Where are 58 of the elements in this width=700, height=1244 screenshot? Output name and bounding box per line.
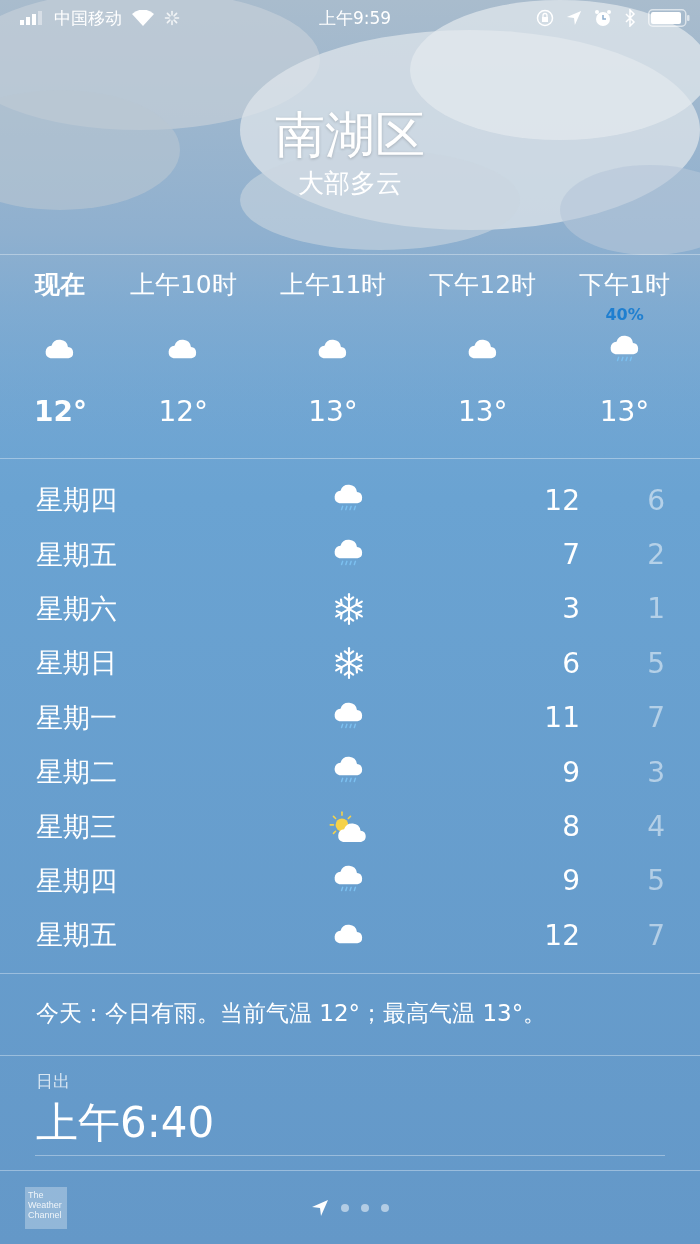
- battery-icon: [648, 9, 690, 27]
- hour-temperature: 12°: [158, 394, 209, 430]
- snowflake-icon: [332, 646, 366, 681]
- wifi-icon: [132, 10, 154, 26]
- bluetooth-icon: [624, 9, 636, 27]
- low-temperature: 5: [646, 646, 665, 680]
- location-icon: [566, 10, 582, 26]
- hour-label: 现在: [35, 269, 86, 301]
- day-name: 星期四: [36, 483, 118, 518]
- location-arrow-icon[interactable]: [311, 1198, 329, 1217]
- hour-label: 上午11时: [279, 269, 387, 301]
- forecast-summary: 今天：今日有雨。当前气温 12°；最高气温 13°。: [35, 998, 548, 1028]
- activity-spinner-icon: [164, 10, 180, 26]
- day-name: 星期二: [36, 755, 118, 790]
- hour-label: 下午12时: [429, 269, 537, 301]
- day-name: 星期一: [36, 700, 118, 735]
- high-temperature: 6: [561, 646, 580, 680]
- low-temperature: 1: [646, 592, 665, 626]
- rotation-lock-icon: [536, 9, 554, 27]
- page-dot[interactable]: [341, 1203, 349, 1212]
- high-temperature: 8: [561, 810, 580, 844]
- high-temperature: 12: [543, 483, 580, 517]
- hour-temperature: 13°: [457, 394, 508, 430]
- high-temperature: 3: [561, 592, 580, 626]
- hour-label: 上午10时: [129, 269, 237, 301]
- low-temperature: 7: [646, 701, 665, 735]
- clock-time: 上午9:59: [318, 6, 392, 30]
- page-dot[interactable]: [381, 1203, 389, 1212]
- low-temperature: 6: [646, 483, 665, 517]
- day-name: 星期三: [36, 809, 118, 844]
- high-temperature: 12: [543, 918, 580, 952]
- high-temperature: 7: [561, 538, 580, 572]
- detail-value: 上午6:40: [36, 1096, 216, 1149]
- low-temperature: 4: [646, 810, 665, 844]
- carrier-name: 中国移动: [54, 6, 122, 30]
- low-temperature: 5: [646, 864, 665, 898]
- signal-icon: [20, 11, 44, 25]
- hour-label: 下午1时: [579, 269, 670, 301]
- weather-channel-logo[interactable]: The Weather Channel: [25, 1186, 67, 1229]
- day-name: 星期六: [36, 591, 118, 626]
- high-temperature: 9: [561, 755, 580, 789]
- hour-temperature: 13°: [599, 394, 650, 430]
- day-name: 星期五: [36, 537, 118, 572]
- detail-label: 日出: [36, 1069, 71, 1093]
- precipitation-chance: 40%: [605, 305, 644, 324]
- high-temperature: 11: [543, 701, 580, 735]
- snowflake-icon: [332, 591, 366, 626]
- alarm-clock-icon: [594, 9, 612, 27]
- day-name: 星期四: [36, 863, 118, 898]
- low-temperature: 2: [646, 538, 665, 572]
- hour-temperature: 12°: [34, 394, 87, 430]
- low-temperature: 3: [646, 755, 665, 789]
- day-name: 星期日: [36, 646, 118, 681]
- low-temperature: 7: [646, 918, 665, 952]
- day-name: 星期五: [36, 918, 118, 953]
- page-dot[interactable]: [361, 1203, 369, 1212]
- high-temperature: 9: [561, 864, 580, 898]
- hour-temperature: 13°: [308, 394, 358, 430]
